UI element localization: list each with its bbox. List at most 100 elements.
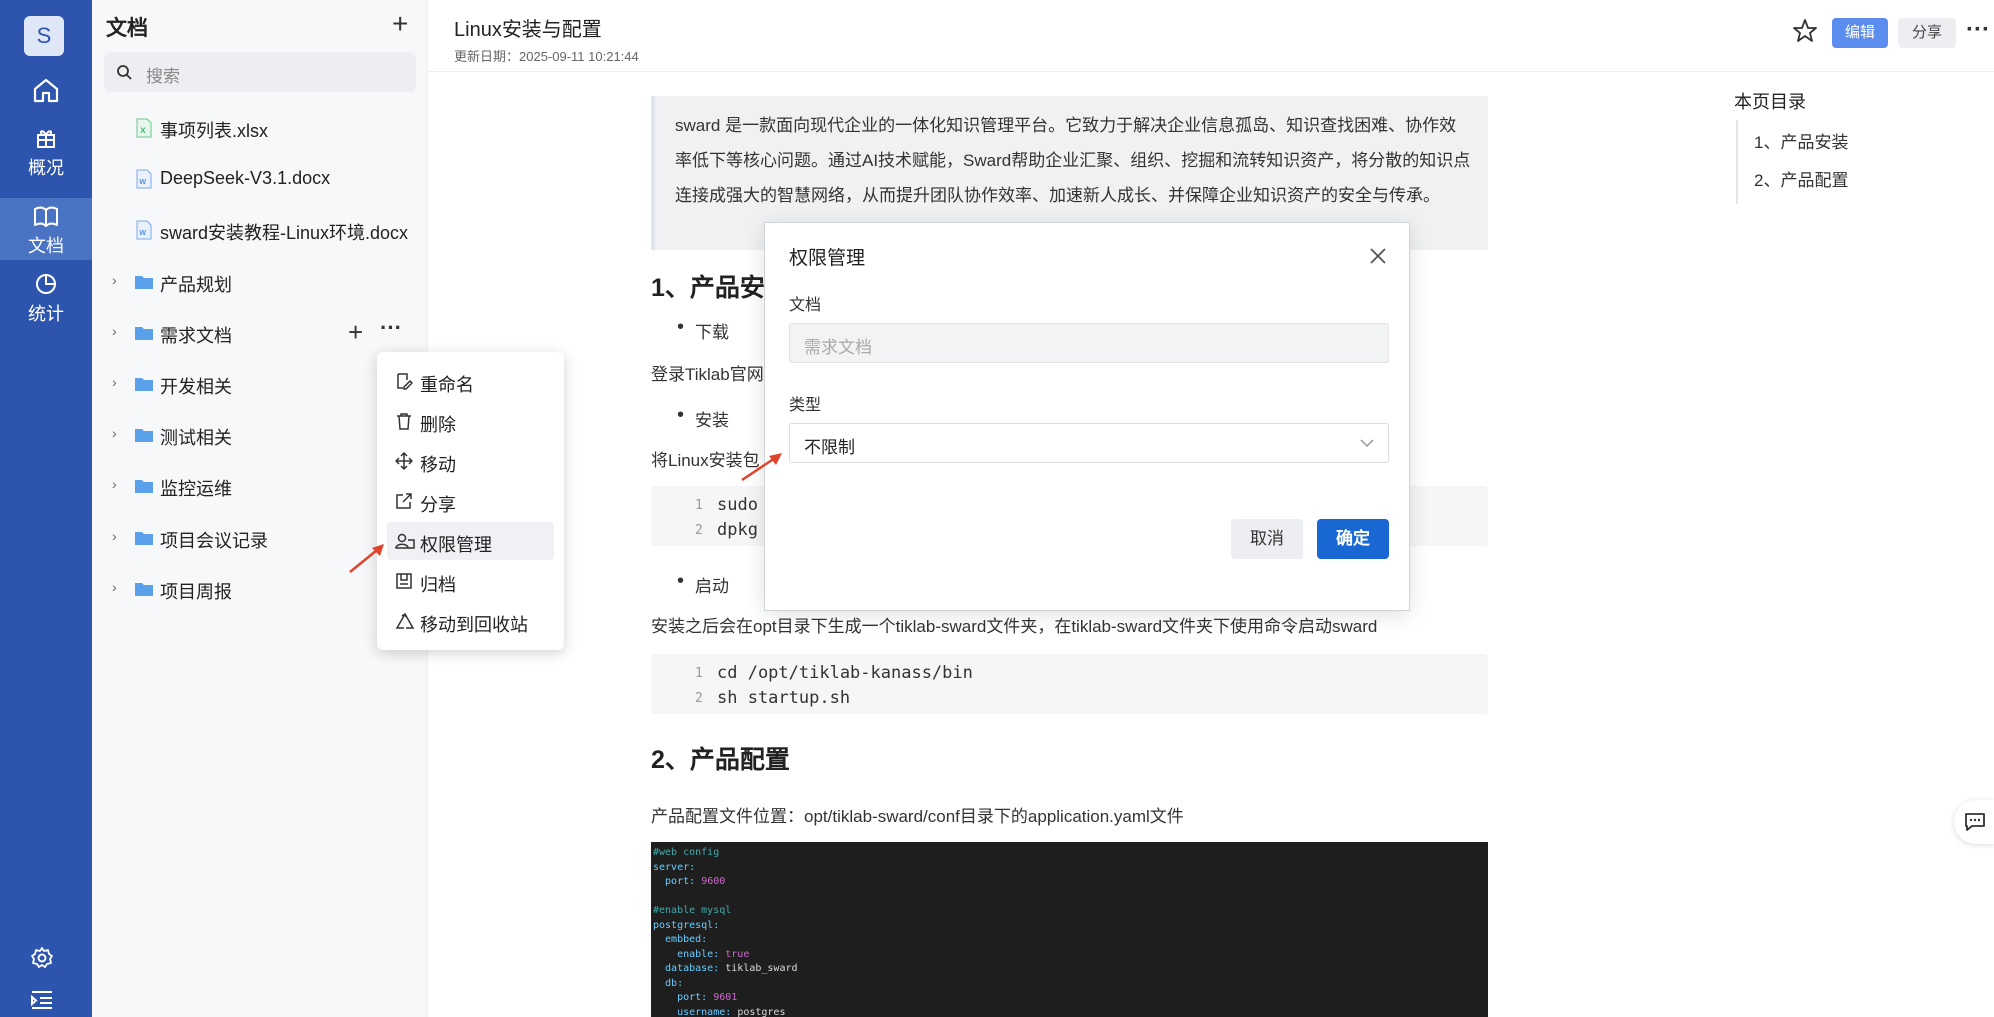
svg-text:w: w — [139, 177, 146, 187]
paragraph: 产品配置文件位置：opt/tiklab-sward/conf目录下的applic… — [651, 807, 1184, 826]
chat-button[interactable] — [1954, 800, 1994, 844]
chevron-right-icon[interactable]: › — [112, 476, 117, 492]
permission-dialog: 权限管理 文档 需求文档 类型 不限制 取消 确定 — [764, 222, 1410, 611]
chevron-right-icon[interactable]: › — [112, 323, 117, 339]
folder-icon — [135, 276, 153, 289]
menu-item-archive[interactable]: 归档 — [387, 562, 554, 600]
chevron-down-icon — [1360, 439, 1374, 448]
book-icon — [34, 206, 58, 227]
annotation-arrow — [349, 544, 384, 573]
more-options-button[interactable]: ··· — [1966, 16, 1990, 44]
menu-item-label: 归档 — [420, 575, 456, 595]
avatar[interactable]: S — [24, 16, 64, 56]
menu-item-label: 删除 — [420, 415, 456, 435]
doc-field[interactable]: 需求文档 — [789, 323, 1389, 363]
chat-icon — [1965, 813, 1985, 831]
folder-icon — [135, 378, 153, 391]
page-title: Linux安装与配置 — [454, 19, 602, 41]
line-number: 1 — [695, 666, 703, 681]
collapse-button[interactable] — [30, 990, 54, 1015]
annotation-arrow — [741, 453, 782, 482]
share-icon — [396, 493, 412, 509]
menu-item-move[interactable]: 移动 — [387, 442, 554, 480]
folder-item[interactable]: › 产品规划 — [92, 262, 428, 302]
code-line: sh startup.sh — [717, 688, 851, 708]
paragraph: 登录Tiklab官网 — [651, 365, 764, 384]
toc-item[interactable]: 1、产品安装 — [1754, 128, 1848, 153]
rail-item-docs[interactable]: 文档 — [0, 198, 92, 260]
add-child-button[interactable]: + — [348, 317, 363, 348]
cancel-button[interactable]: 取消 — [1231, 519, 1303, 559]
menu-item-delete[interactable]: 删除 — [387, 402, 554, 440]
chevron-right-icon[interactable]: › — [112, 528, 117, 544]
menu-item-label: 权限管理 — [420, 535, 492, 555]
toc-item[interactable]: 2、产品配置 — [1754, 166, 1848, 191]
config-screenshot: #web config server: port: 9600 #enable m… — [651, 842, 1488, 1017]
line-number: 2 — [695, 691, 703, 706]
folder-name: 项目会议记录 — [160, 531, 268, 551]
star-icon[interactable] — [1792, 18, 1818, 44]
heading-config: 2、产品配置 — [651, 746, 790, 774]
chevron-right-icon[interactable]: › — [112, 425, 117, 441]
sidebar-title: 文档 — [106, 17, 148, 40]
word-file-icon: w — [136, 220, 152, 240]
folder-name: 需求文档 — [160, 326, 232, 346]
type-select[interactable]: 不限制 — [789, 423, 1389, 463]
menu-item-share[interactable]: 分享 — [387, 482, 554, 520]
folder-name: 测试相关 — [160, 428, 232, 448]
edit-button[interactable]: 编辑 — [1832, 18, 1888, 48]
menu-item-permission[interactable]: 权限管理 — [387, 522, 554, 560]
rail-item-home[interactable] — [0, 76, 92, 116]
doc-header: Linux安装与配置 更新日期：2025-09-11 10:21:44 编辑 分… — [428, 0, 1994, 72]
share-button[interactable]: 分享 — [1898, 18, 1956, 48]
chevron-right-icon[interactable]: › — [112, 374, 117, 390]
bullet-item: 启动 — [677, 570, 729, 597]
indent-icon — [31, 991, 52, 1009]
menu-item-recycle[interactable]: 移动到回收站 — [387, 602, 554, 640]
close-icon[interactable] — [1369, 247, 1387, 265]
file-item[interactable]: w DeepSeek-V3.1.docx — [92, 159, 428, 199]
file-name: sward安装教程-Linux环境.docx — [160, 223, 409, 243]
archive-icon — [396, 573, 412, 589]
trash-icon — [397, 413, 411, 430]
file-name: 事项列表.xlsx — [160, 121, 268, 141]
word-file-icon: w — [136, 169, 152, 189]
menu-item-rename[interactable]: 重命名 — [387, 362, 554, 400]
context-menu: 重命名 删除 移动 分享 权限管理 归档 移动到回收站 — [377, 352, 564, 650]
folder-name: 产品规划 — [160, 275, 232, 295]
folder-icon — [135, 480, 153, 493]
search-input[interactable]: 搜索 — [104, 52, 416, 92]
menu-item-label: 移动 — [420, 455, 456, 475]
code-block: 1 cd /opt/tiklab-kanass/bin 2 sh startup… — [651, 654, 1488, 714]
add-doc-button[interactable]: + — [392, 10, 408, 38]
rail-item-stats[interactable]: 统计 — [0, 272, 92, 328]
chevron-right-icon[interactable]: › — [112, 272, 117, 288]
rail-item-overview[interactable]: 概况 — [0, 126, 92, 182]
more-options-button[interactable]: ··· — [380, 315, 402, 341]
overview-icon — [37, 130, 55, 148]
heading-install: 1、产品安 — [651, 274, 765, 302]
move-icon — [395, 452, 413, 470]
file-item[interactable]: x 事项列表.xlsx — [92, 108, 428, 148]
file-name: DeepSeek-V3.1.docx — [160, 168, 331, 188]
svg-text:x: x — [140, 125, 146, 136]
bullet-item: 安装 — [677, 404, 729, 431]
doc-field-placeholder: 需求文档 — [804, 338, 872, 357]
edit-icon — [397, 373, 413, 390]
excel-file-icon: x — [136, 118, 152, 138]
folder-icon — [135, 327, 153, 340]
chevron-right-icon[interactable]: › — [112, 579, 117, 595]
folder-item[interactable]: › 需求文档 + ··· — [92, 313, 428, 353]
menu-item-label: 移动到回收站 — [420, 615, 528, 635]
left-rail: S 概况 文档 统计 — [0, 0, 92, 1017]
file-item[interactable]: w sward安装教程-Linux环境.docx — [92, 210, 428, 250]
settings-button[interactable] — [30, 946, 54, 975]
menu-item-label: 分享 — [420, 495, 456, 515]
confirm-button[interactable]: 确定 — [1317, 519, 1389, 559]
paragraph: 安装之后会在opt目录下生成一个tiklab-sward文件夹，在tiklab-… — [651, 617, 1378, 636]
dialog-title: 权限管理 — [789, 248, 866, 269]
type-select-value: 不限制 — [804, 438, 855, 457]
permission-icon — [395, 533, 415, 549]
bullet-item: 下载 — [677, 316, 729, 343]
gear-icon — [31, 947, 53, 968]
